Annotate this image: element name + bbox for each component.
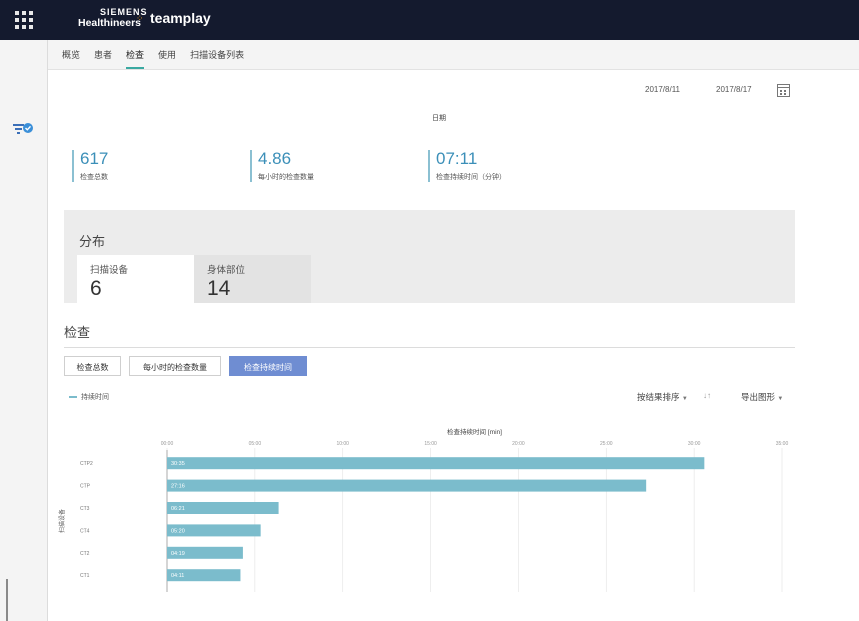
x-tick-label: 10:00 (336, 441, 349, 447)
y-axis-label: 扫描设备 (58, 509, 66, 533)
bar-value-label: 27:16 (171, 484, 185, 490)
x-tick-label: 05:00 (249, 441, 262, 447)
x-tick-label: 25:00 (600, 441, 613, 447)
category-label: CT2 (80, 551, 90, 557)
category-label: CTP2 (80, 461, 93, 467)
bar-value-label: 30:35 (171, 461, 185, 467)
duration-bar-chart: 检查持续时间 [min] 00:00 05:00 10:00 15:00 20:00 25:… (58, 427, 789, 592)
duration-bar (167, 457, 705, 470)
duration-bar (167, 479, 647, 492)
x-tick-label: 15:00 (424, 441, 437, 447)
bar-value-label: 05:20 (171, 528, 185, 534)
category-label: CT3 (80, 506, 90, 512)
category-label: CTP (80, 484, 91, 490)
bar-value-label: 04:19 (171, 551, 185, 557)
x-tick-label: 30:00 (688, 441, 701, 447)
x-tick-label: 20:00 (512, 441, 525, 447)
chart-axis-title: 检查持续时间 [min] (447, 427, 502, 436)
x-tick-label: 35:00 (776, 441, 789, 447)
x-tick-label: 00:00 (161, 441, 174, 447)
category-label: CT4 (80, 528, 90, 534)
bar-value-label: 04:11 (171, 573, 184, 579)
category-label: CT1 (80, 573, 90, 579)
bar-value-label: 06:21 (171, 506, 185, 512)
